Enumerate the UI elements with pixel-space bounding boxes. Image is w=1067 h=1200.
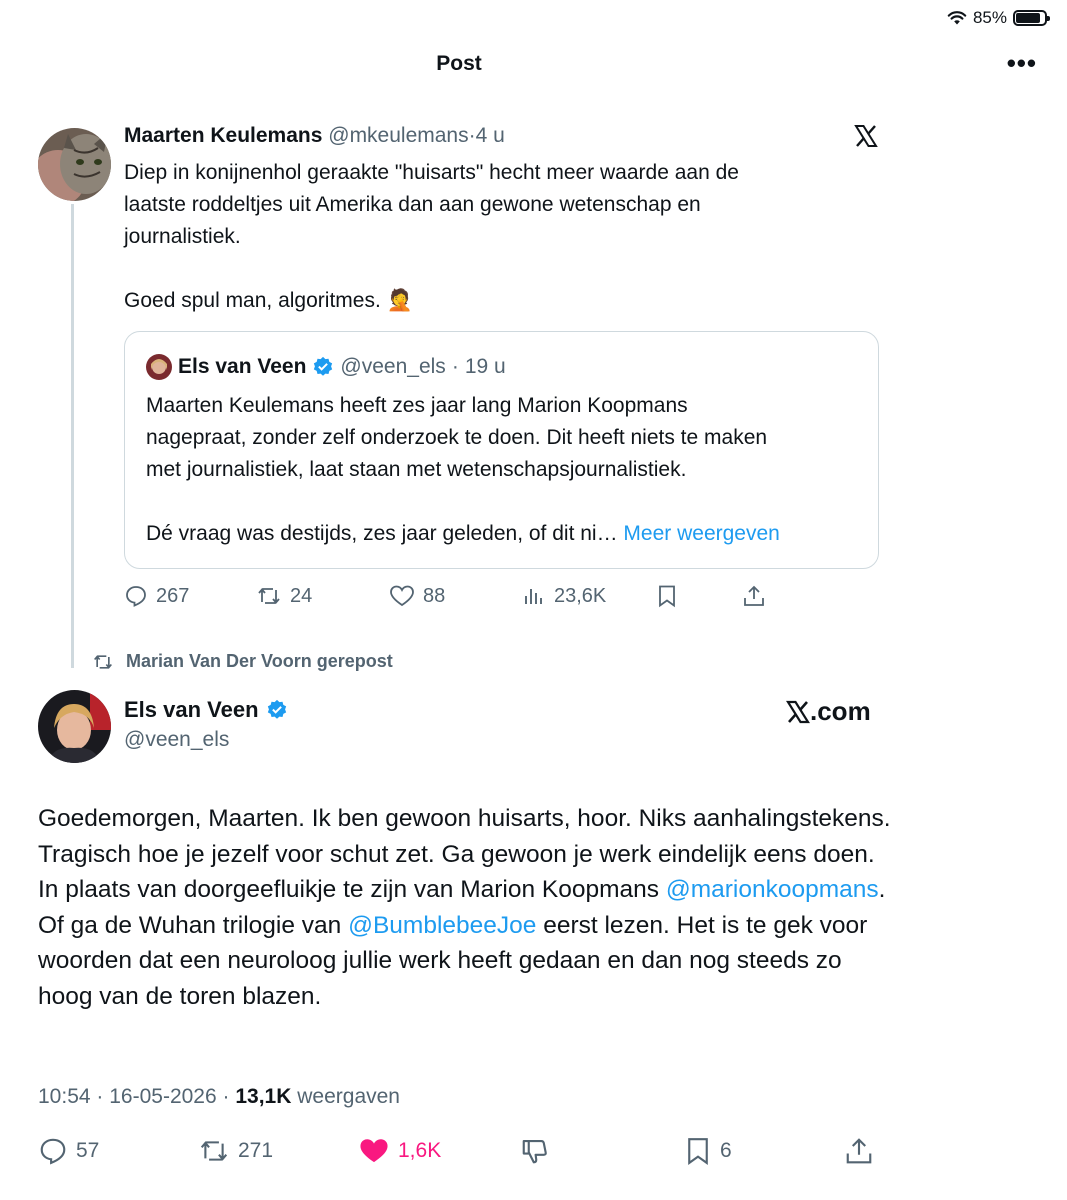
views-count[interactable]: 13,1K xyxy=(235,1085,291,1108)
tweet-text-line: Diep in konijnenhol geraakte "huisarts" … xyxy=(124,161,739,184)
reply-icon xyxy=(126,586,146,607)
quote-header: Els van Veen @veen_els · 19 u xyxy=(146,354,506,380)
author-name[interactable]: Maarten Keulemans xyxy=(124,124,322,147)
reply-count: 267 xyxy=(156,584,190,607)
repost-banner-text: Marian Van Der Voorn gerepost xyxy=(126,651,393,671)
separator: · xyxy=(96,1085,104,1108)
repost-count: 271 xyxy=(238,1139,274,1162)
tweet-date[interactable]: 16-05-2026 xyxy=(109,1085,216,1108)
tweet-text: Diep in konijnenhol geraakte "huisarts" … xyxy=(124,157,844,317)
author-name[interactable]: Els van Veen xyxy=(124,697,259,723)
separator: · xyxy=(451,355,459,378)
verified-badge-icon xyxy=(314,356,333,376)
bookmark-button[interactable]: 6 xyxy=(684,1136,732,1166)
battery-icon xyxy=(1013,10,1050,26)
reply-button[interactable]: 57 xyxy=(38,1136,99,1166)
downvote-button[interactable] xyxy=(520,1136,550,1166)
x-logo-icon xyxy=(786,700,810,723)
tweet-text: Goedemorgen, Maarten. Ik ben gewoon huis… xyxy=(38,801,898,1014)
repost-icon xyxy=(94,654,112,669)
verified-badge-icon xyxy=(267,699,286,719)
repost-button[interactable]: 271 xyxy=(198,1136,273,1166)
views-label: weergaven xyxy=(297,1085,400,1108)
tweet-header: Maarten Keulemans @mkeulemans·4 u xyxy=(124,124,505,148)
quote-text-line: Dé vraag was destijds, zes jaar geleden,… xyxy=(146,522,597,545)
separator: · xyxy=(468,124,476,147)
tweet-time[interactable]: 19 u xyxy=(465,355,506,379)
author-handle[interactable]: @mkeulemans xyxy=(328,124,468,147)
wifi-icon xyxy=(947,11,967,25)
reply-icon xyxy=(40,1138,66,1165)
mention-link[interactable]: @BumblebeeJoe xyxy=(348,912,536,939)
avatar[interactable] xyxy=(38,690,111,763)
x-com-logo: .com xyxy=(786,696,871,727)
thumbs-down-icon xyxy=(522,1139,547,1164)
avatar xyxy=(146,354,172,380)
repost-banner[interactable]: Marian Van Der Voorn gerepost xyxy=(92,651,393,672)
reply-button[interactable]: 267 xyxy=(124,584,189,608)
more-options-button[interactable]: ••• xyxy=(1007,50,1037,76)
like-button[interactable]: 88 xyxy=(389,584,445,608)
heart-icon xyxy=(390,585,414,607)
share-button[interactable] xyxy=(742,584,766,608)
author-name-row: Els van Veen xyxy=(124,697,288,723)
avatar[interactable] xyxy=(38,128,111,201)
tweet-time[interactable]: 10:54 xyxy=(38,1085,91,1108)
share-icon xyxy=(744,585,764,606)
repost-icon xyxy=(200,1141,228,1161)
repost-button[interactable]: 24 xyxy=(256,584,312,608)
author-handle[interactable]: @veen_els xyxy=(340,355,445,379)
like-button[interactable]: 1,6K xyxy=(358,1136,441,1166)
mention-link[interactable]: @marionkoopmans xyxy=(666,876,879,903)
bookmark-icon xyxy=(659,585,675,608)
thread-line xyxy=(71,204,74,668)
views-button[interactable]: 23,6K xyxy=(522,584,606,608)
separator: · xyxy=(222,1085,230,1108)
quote-text-line: Maarten Keulemans heeft zes jaar lang Ma… xyxy=(146,394,688,417)
tweet-text-line: laatste roddeltjes uit Amerika dan aan g… xyxy=(124,193,701,216)
x-logo-icon xyxy=(854,124,878,153)
ellipsis: … xyxy=(596,522,618,545)
tweet-meta: 10:54 · 16-05-2026 · 13,1K weergaven xyxy=(38,1085,400,1109)
page-title: Post xyxy=(436,52,482,75)
like-count: 1,6K xyxy=(398,1139,442,1162)
bookmark-icon xyxy=(688,1138,708,1165)
author-handle[interactable]: @veen_els xyxy=(124,728,229,752)
quote-text-line: nagepraat, zonder zelf onderzoek te doen… xyxy=(146,426,768,449)
show-more-link[interactable]: Meer weergeven xyxy=(623,522,779,545)
battery-percent: 85% xyxy=(972,8,1007,27)
bookmark-count: 6 xyxy=(720,1139,732,1162)
share-icon xyxy=(846,1138,872,1164)
repost-count: 24 xyxy=(290,584,313,607)
reply-count: 57 xyxy=(76,1139,100,1162)
source-logo-text: .com xyxy=(810,696,871,726)
tweet-time[interactable]: 4 u xyxy=(476,124,505,147)
author-name[interactable]: Els van Veen xyxy=(178,355,306,379)
quote-text: Maarten Keulemans heeft zes jaar lang Ma… xyxy=(146,390,866,550)
quote-text-line: met journalistiek, laat staan met wetens… xyxy=(146,458,687,481)
tweet-text-line: journalistiek. xyxy=(124,225,241,248)
share-button[interactable] xyxy=(844,1136,874,1166)
bookmark-button[interactable] xyxy=(656,584,678,608)
views-icon xyxy=(525,589,542,604)
quoted-tweet[interactable]: Els van Veen @veen_els · 19 u Maarten Keul… xyxy=(124,331,879,569)
like-count: 88 xyxy=(423,584,446,607)
views-count: 23,6K xyxy=(554,584,607,607)
status-bar: 85% xyxy=(947,8,1050,28)
heart-filled-icon xyxy=(360,1139,388,1163)
repost-icon xyxy=(258,588,280,604)
tweet-text-line: Goed spul man, algoritmes. 🤦 xyxy=(124,289,413,312)
